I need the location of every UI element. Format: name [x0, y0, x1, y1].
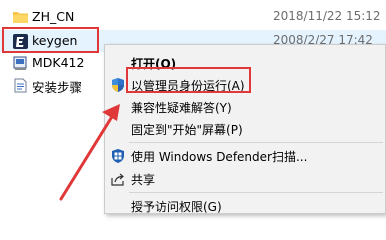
annotation-arrow: [59, 104, 120, 201]
